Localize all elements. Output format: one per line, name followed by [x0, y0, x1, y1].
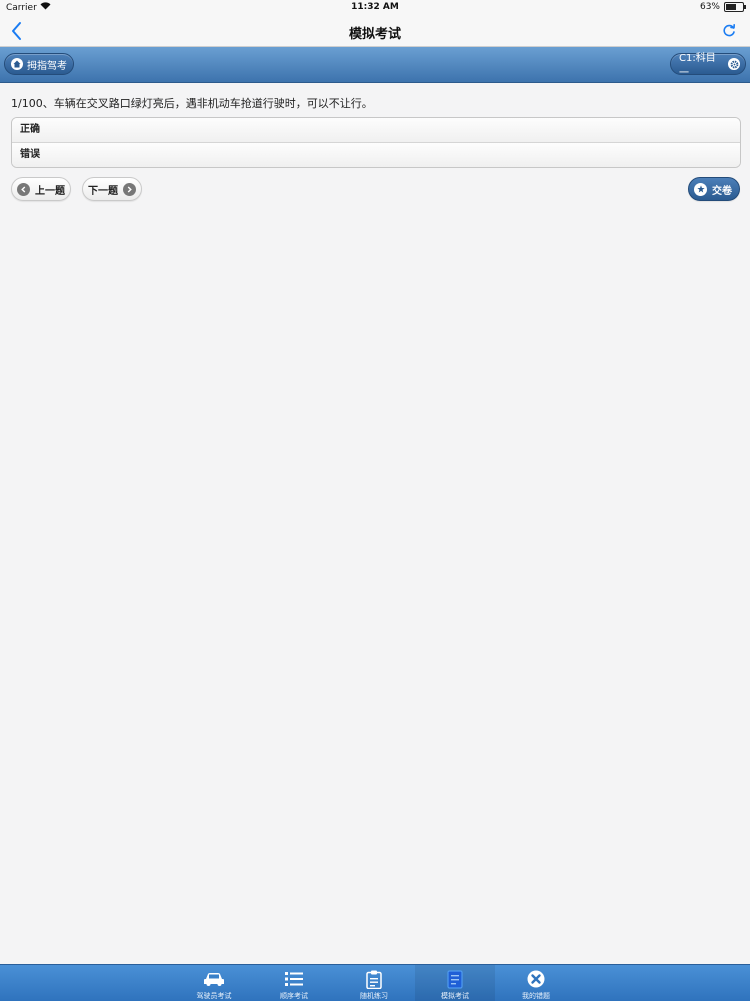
- refresh-icon: [723, 24, 735, 37]
- page-title: 模拟考试: [348, 27, 401, 42]
- header-toolbar: 拇指驾考 C1:科目一: [0, 47, 750, 83]
- home-label: 拇指驾考: [27, 60, 67, 72]
- clipboard-icon: [366, 968, 382, 990]
- answer-options: 正确 错误: [11, 117, 741, 168]
- question-text: 1/100、车辆在交叉路口绿灯亮后，遇非机动车抢道行驶时，可以不让行。: [11, 97, 373, 110]
- battery-fill: [726, 4, 737, 10]
- next-question-button[interactable]: 下一题: [82, 177, 142, 201]
- prev-question-button[interactable]: 上一题: [11, 177, 71, 201]
- arrow-right-icon: [123, 182, 136, 196]
- option-correct[interactable]: 正确: [12, 118, 740, 142]
- navigation-bar: 模拟考试: [0, 16, 750, 47]
- refresh-button[interactable]: [720, 22, 738, 40]
- tab-random-practice[interactable]: 随机练习: [334, 965, 414, 1001]
- star-icon: [694, 182, 707, 196]
- tab-sequential-exam[interactable]: 顺序考试: [254, 965, 334, 1001]
- status-right: 63%: [699, 2, 746, 12]
- close-circle-icon: [527, 968, 545, 990]
- next-question-label: 下一题: [88, 185, 118, 197]
- tab-mock-exam[interactable]: 模拟考试: [415, 965, 495, 1001]
- status-time: 11:32 AM: [351, 2, 399, 12]
- tab-driver-exam[interactable]: 驾驶员考试: [174, 965, 254, 1001]
- tab-my-mistakes[interactable]: 我的错题: [496, 965, 576, 1001]
- level-selector-button[interactable]: C1:科目一: [670, 53, 746, 79]
- list-icon: [285, 968, 303, 990]
- exam-icon: [447, 968, 463, 990]
- prev-question-label: 上一题: [35, 185, 65, 197]
- home-icon: [11, 58, 23, 70]
- option-wrong[interactable]: 错误: [12, 142, 740, 167]
- home-button[interactable]: 拇指驾考: [4, 53, 74, 75]
- gear-icon: [728, 58, 740, 70]
- submit-exam-label: 交卷: [712, 185, 732, 197]
- status-bar: Carrier 11:32 AM 63%: [0, 0, 750, 16]
- bottom-tab-bar: 驾驶员考试 顺序考试 随机练习 模拟考试 我的错题: [0, 964, 750, 1001]
- level-label: C1:科目一: [679, 53, 716, 79]
- submit-exam-button[interactable]: 交卷: [688, 177, 740, 201]
- car-icon: [203, 968, 225, 990]
- arrow-left-icon: [17, 182, 30, 196]
- battery-percent: 63%: [699, 2, 720, 12]
- battery-icon: [724, 2, 746, 12]
